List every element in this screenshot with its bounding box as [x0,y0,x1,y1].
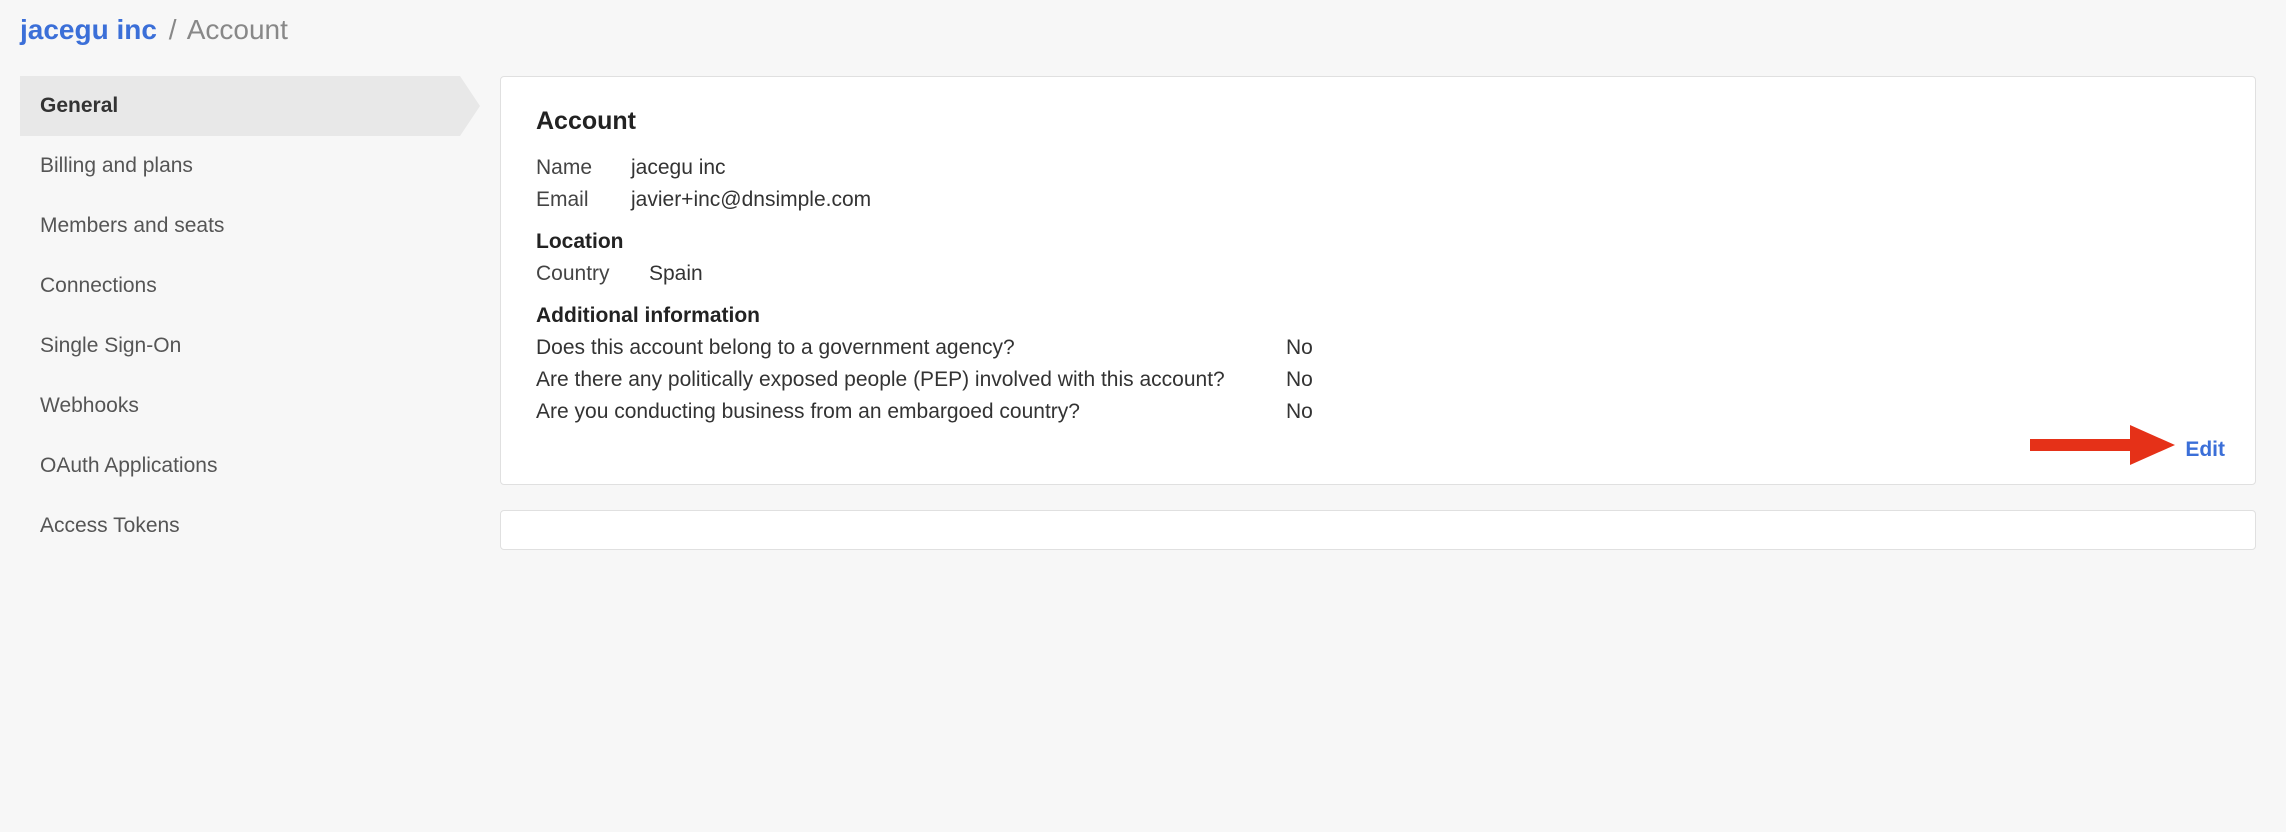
sidebar-item-billing[interactable]: Billing and plans [20,136,460,196]
sidebar-item-label: Access Tokens [40,514,180,537]
arrow-annotation-icon [2025,420,2175,470]
sidebar-item-oauth[interactable]: OAuth Applications [20,436,460,496]
sidebar-item-general[interactable]: General [20,76,460,136]
sidebar-item-sso[interactable]: Single Sign-On [20,316,460,376]
account-email-label: Email [536,188,611,212]
account-country-row: Country Spain [536,262,2220,286]
account-card-title: Account [536,107,2220,136]
sidebar-item-label: Members and seats [40,214,224,237]
sidebar-item-webhooks[interactable]: Webhooks [20,376,460,436]
sidebar-item-label: Connections [40,274,157,297]
account-country-label: Country [536,262,629,286]
question-answer: No [1286,400,1313,424]
account-card: Account Name jacegu inc Email javier+inc… [500,76,2256,485]
account-country-value: Spain [649,262,703,286]
sidebar-item-label: Single Sign-On [40,334,181,357]
breadcrumb: jacegu inc / Account [20,14,2266,46]
question-answer: No [1286,336,1313,360]
location-heading: Location [536,230,2220,254]
edit-link[interactable]: Edit [2185,438,2225,462]
sidebar: General Billing and plans Members and se… [20,76,460,575]
question-text: Are there any politically exposed people… [536,368,1286,392]
sidebar-item-label: Webhooks [40,394,139,417]
breadcrumb-separator: / [169,14,177,45]
account-email-value: javier+inc@dnsimple.com [631,188,871,212]
sidebar-item-members[interactable]: Members and seats [20,196,460,256]
additional-info-heading: Additional information [536,304,2220,328]
next-card [500,510,2256,550]
sidebar-item-tokens[interactable]: Access Tokens [20,496,460,556]
main-content: Account Name jacegu inc Email javier+inc… [500,76,2266,575]
sidebar-item-connections[interactable]: Connections [20,256,460,316]
question-row-gov: Does this account belong to a government… [536,336,2220,360]
account-name-row: Name jacegu inc [536,156,2220,180]
question-answer: No [1286,368,1313,392]
question-text: Does this account belong to a government… [536,336,1286,360]
account-name-value: jacegu inc [631,156,726,180]
account-name-label: Name [536,156,611,180]
question-text: Are you conducting business from an emba… [536,400,1286,424]
breadcrumb-org-link[interactable]: jacegu inc [20,14,157,45]
account-email-row: Email javier+inc@dnsimple.com [536,188,2220,212]
question-row-embargo: Are you conducting business from an emba… [536,400,2220,424]
sidebar-item-label: General [40,94,118,117]
question-row-pep: Are there any politically exposed people… [536,368,2220,392]
sidebar-item-label: Billing and plans [40,154,193,177]
sidebar-item-label: OAuth Applications [40,454,217,477]
breadcrumb-current: Account [187,14,288,45]
